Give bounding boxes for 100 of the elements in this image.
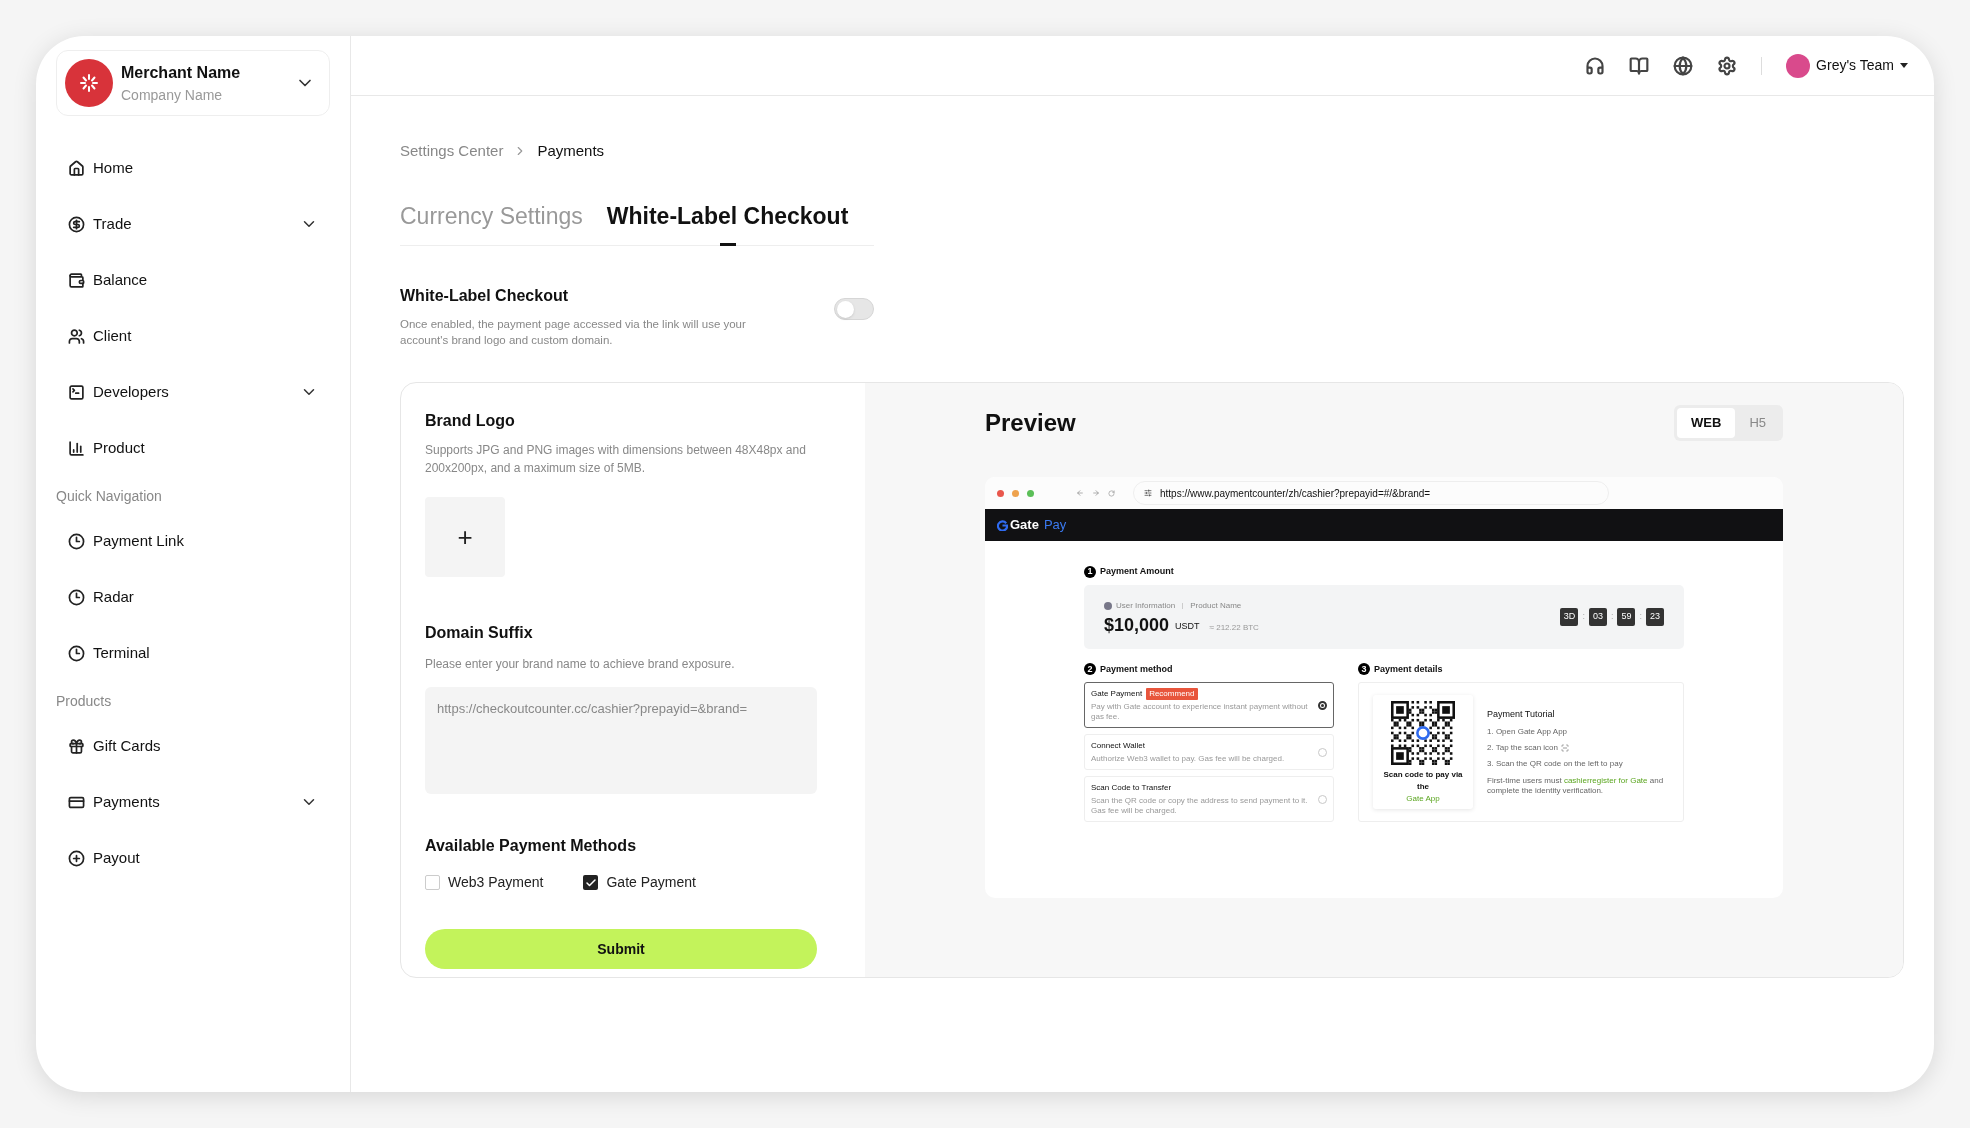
tutorial-step: 2. Tap the scan icon [1487, 741, 1558, 754]
nav-label: Trade [93, 213, 133, 234]
countdown-digit: 59 [1617, 607, 1636, 626]
section-title: Brand Logo [425, 411, 516, 431]
breadcrumb-item[interactable]: Settings Center [400, 140, 504, 163]
caret-icon [1900, 63, 1908, 68]
globe-icon[interactable] [1673, 55, 1694, 76]
step-title: Payment method [1100, 662, 1173, 676]
step-number: 3 [1358, 663, 1370, 676]
settings-icon[interactable] [1717, 55, 1738, 76]
nav-label: Payments [93, 791, 161, 812]
nav-label: Payment Link [93, 530, 185, 551]
book-icon[interactable] [1629, 55, 1650, 76]
nav-item[interactable]: Trade [56, 196, 330, 252]
toggle-switch[interactable] [834, 298, 874, 320]
payment-option[interactable]: Scan Code to Transfer Scan the QR code or copy the address to send payment to it. Gas fee will be charged. [1084, 776, 1334, 822]
step-title: Payment Amount [1100, 565, 1174, 578]
section-title: Domain Suffix [425, 623, 534, 643]
section-description: Once enabled, the payment page accessed via the link will use your account's brand logo and custom domain. [400, 317, 747, 348]
step-number: 1 [1084, 565, 1096, 578]
option-description: Authorize Web3 wallet to pay. Gas fee will be charged. [1091, 754, 1286, 764]
nav-label: Home [93, 157, 134, 178]
nav-label: Developers [93, 381, 170, 402]
nav-item[interactable]: Balance [56, 252, 330, 308]
nav-item[interactable]: Developers [56, 364, 330, 420]
nav-item[interactable]: Payment Link [56, 513, 330, 569]
tab[interactable]: White-Label Checkout [606, 198, 849, 245]
option-name: Scan Code to Transfer [1091, 782, 1172, 794]
nav-icon [68, 271, 85, 289]
back-icon[interactable] [1076, 489, 1084, 497]
upload-button[interactable]: + [425, 497, 505, 577]
tutorial-note: First-time users must cashierregister for Gate and complete the identity verification. [1487, 775, 1665, 796]
section-title: Available Payment Methods [425, 836, 638, 856]
view-option[interactable]: WEB [1677, 408, 1736, 438]
option-name: Connect Wallet [1091, 740, 1145, 752]
avatar [1786, 53, 1811, 78]
payment-option[interactable]: Gate Payment Recommend Pay with Gate account to experience instant payment without gas fee. [1084, 682, 1334, 728]
avatar [1104, 601, 1112, 610]
nav-icon [68, 215, 85, 233]
checkbox-label: Gate Payment [606, 873, 696, 892]
nav-icon [68, 737, 85, 755]
countdown-digit: 03 [1588, 607, 1607, 626]
tutorial-step: 3. Scan the QR code on the left to pay [1487, 757, 1623, 770]
team-menu[interactable]: Grey's Team [1786, 53, 1908, 78]
nav-group-heading: Products [56, 692, 113, 711]
nav-icon [68, 588, 85, 606]
merchant-name: Merchant Name [121, 62, 242, 83]
nav-item[interactable]: Payout [56, 830, 330, 886]
nav-label: Client [93, 325, 133, 346]
forward-icon[interactable] [1092, 489, 1100, 497]
nav-label: Gift Cards [93, 735, 162, 756]
radio-button[interactable] [1318, 700, 1327, 710]
nav-label: Balance [93, 269, 149, 290]
preview-title: Preview [985, 408, 1076, 438]
nav-item[interactable]: Payments [56, 774, 330, 830]
tutorial-title: Payment Tutorial [1487, 708, 1556, 722]
scan-icon [1561, 743, 1569, 752]
merchant-switcher[interactable]: Merchant Name Company Name [56, 50, 330, 116]
breadcrumb-item: Payments [537, 141, 605, 161]
nav-label: Product [93, 437, 146, 458]
nav-label: Radar [93, 586, 135, 607]
nav-label: Payout [93, 847, 141, 868]
countdown-separator: : [1582, 609, 1585, 623]
user-info: User Information [1116, 599, 1176, 612]
qr-code-drawing [1391, 701, 1455, 765]
nav-icon [68, 644, 85, 662]
approx-value: ≈ 212.22 BTC [1209, 621, 1259, 634]
amount-value: $10,000 [1104, 615, 1170, 634]
recommend-badge: Recommend [1146, 688, 1198, 700]
option-description: Pay with Gate account to experience instant payment without gas fee. [1091, 702, 1309, 722]
payment-option[interactable]: Connect Wallet Authorize Web3 wallet to pay. Gas fee will be charged. [1084, 734, 1334, 770]
nav-icon [68, 327, 85, 345]
nav-item[interactable]: Home [56, 140, 330, 196]
support-icon[interactable] [1585, 55, 1606, 76]
brand-logo: Gate Pay [997, 515, 1067, 535]
checkbox[interactable] [425, 875, 440, 890]
checkbox[interactable] [583, 875, 599, 890]
product-name: Product Name [1190, 599, 1242, 612]
submit-button[interactable]: Submit [425, 929, 817, 969]
section-description: Supports JPG and PNG images with dimensions between 48X48px and 200x200px, and a maximum size of 5MB. [425, 442, 807, 477]
qr-caption: Scan code to pay via the [1382, 769, 1464, 793]
reload-icon[interactable] [1108, 489, 1115, 497]
step-number: 2 [1084, 663, 1096, 676]
company-name: Company Name [121, 85, 224, 105]
nav-group-heading: Quick Navigation [56, 487, 163, 506]
nav-icon [68, 439, 85, 457]
nav-item[interactable]: Terminal [56, 625, 330, 681]
nav-item[interactable]: Product [56, 420, 330, 476]
option-description: Scan the QR code or copy the address to send payment to it. Gas fee will be charged. [1091, 796, 1309, 816]
nav-item[interactable]: Radar [56, 569, 330, 625]
tutorial-step: 1. Open Gate App App [1487, 725, 1568, 738]
step-title: Payment details [1374, 662, 1443, 676]
merchant-logo [65, 59, 113, 107]
countdown-separator: : [1639, 609, 1642, 623]
checkbox-label: Web3 Payment [448, 873, 544, 892]
domain-field[interactable]: https://checkoutcounter.cc/cashier?prepayid=&brand= [425, 687, 817, 794]
nav-item[interactable]: Client [56, 308, 330, 364]
nav-item[interactable]: Gift Cards [56, 718, 330, 774]
currency: USDT [1175, 620, 1200, 633]
nav-label: Terminal [93, 642, 151, 663]
